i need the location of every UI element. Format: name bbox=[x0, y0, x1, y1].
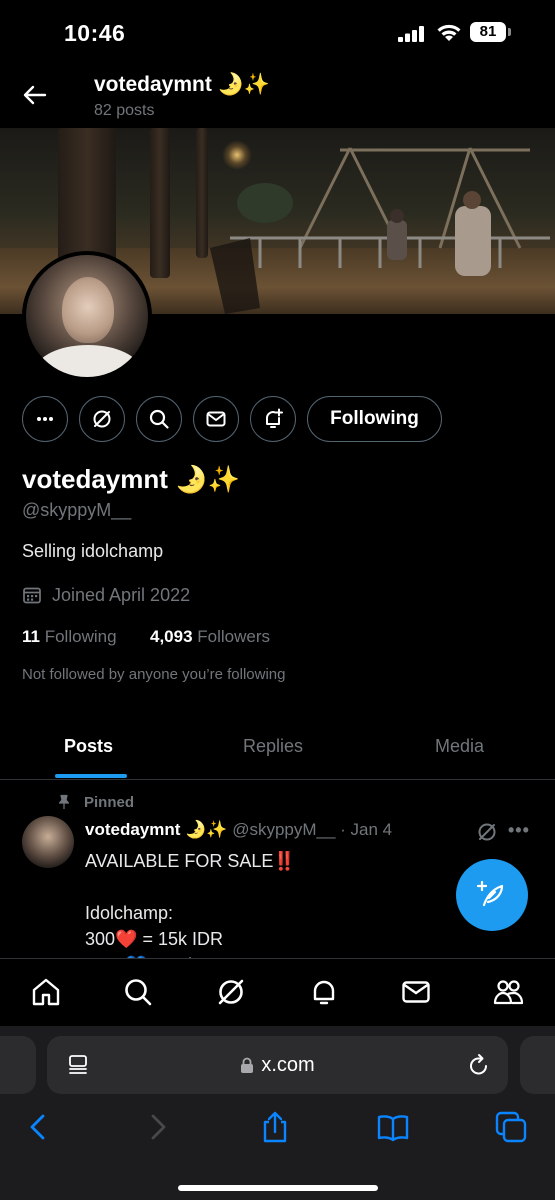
post-text: AVAILABLE FOR SALE‼️ Idolchamp: 300❤️ = … bbox=[85, 851, 296, 960]
header-title: votedaymnt 🌛✨ bbox=[94, 73, 270, 96]
joined-date: Joined April 2022 bbox=[22, 584, 190, 606]
post-author-avatar[interactable] bbox=[22, 816, 74, 868]
search-icon[interactable] bbox=[122, 976, 154, 1008]
pinned-indicator: Pinned bbox=[56, 792, 134, 812]
post-header: votedaymnt 🌛✨ @skyppyM__ · Jan 4 bbox=[85, 820, 392, 840]
status-time: 10:46 bbox=[64, 20, 126, 46]
display-name: votedaymnt 🌛✨ bbox=[22, 464, 240, 494]
profile-header: votedaymnt 🌛✨ 82 posts bbox=[0, 64, 555, 128]
profile-avatar[interactable] bbox=[22, 251, 152, 381]
followers-stat[interactable]: 4,093 Followers bbox=[150, 627, 270, 646]
address-bar[interactable]: x.com bbox=[47, 1036, 508, 1094]
reload-icon[interactable] bbox=[468, 1053, 490, 1077]
grok-icon bbox=[93, 410, 111, 428]
following-label: Following bbox=[44, 627, 117, 646]
post-meta: @skyppyM__ · Jan 4 bbox=[232, 820, 393, 839]
previous-tab-preview[interactable] bbox=[0, 1036, 36, 1094]
notification-bell-plus-icon bbox=[266, 408, 283, 428]
more-icon bbox=[37, 417, 53, 421]
search-profile-button[interactable] bbox=[136, 396, 182, 442]
wifi-icon bbox=[437, 24, 461, 41]
pin-icon bbox=[58, 794, 70, 809]
profile-action-row: Following bbox=[0, 396, 555, 442]
not-followed-notice: Not followed by anyone you’re following bbox=[22, 666, 286, 683]
message-button[interactable] bbox=[193, 396, 239, 442]
tab-media[interactable]: Media bbox=[435, 736, 484, 757]
back-icon[interactable] bbox=[22, 1110, 56, 1144]
follow-stats: 11 Following 4,093 Followers bbox=[22, 627, 270, 647]
battery-indicator: 81 bbox=[470, 22, 512, 42]
next-tab-preview[interactable] bbox=[520, 1036, 555, 1094]
profile-bio: Selling idolchamp bbox=[22, 541, 164, 561]
cellular-signal-icon bbox=[398, 26, 424, 42]
grok-icon[interactable] bbox=[476, 821, 498, 843]
battery-tip bbox=[508, 28, 511, 36]
tab-posts[interactable]: Posts bbox=[64, 736, 113, 757]
compose-post-button[interactable] bbox=[456, 859, 528, 931]
forward-icon[interactable] bbox=[140, 1110, 174, 1144]
lock-icon bbox=[241, 1057, 254, 1073]
more-button[interactable] bbox=[22, 396, 68, 442]
calendar-icon bbox=[23, 587, 41, 604]
communities-icon[interactable] bbox=[492, 976, 524, 1008]
tabs-icon[interactable] bbox=[494, 1110, 528, 1144]
url-display: x.com bbox=[47, 1036, 508, 1094]
home-icon[interactable] bbox=[30, 976, 62, 1008]
following-button[interactable]: Following bbox=[307, 396, 442, 442]
search-icon bbox=[149, 409, 169, 429]
post-author-name[interactable]: votedaymnt 🌛✨ bbox=[85, 820, 227, 839]
compose-feather-icon bbox=[476, 880, 504, 907]
grok-button[interactable] bbox=[79, 396, 125, 442]
following-count: 11 bbox=[22, 627, 40, 646]
message-icon bbox=[206, 411, 226, 427]
back-arrow-icon[interactable] bbox=[18, 78, 52, 112]
active-tab-indicator bbox=[55, 774, 127, 778]
joined-text: Joined April 2022 bbox=[52, 584, 191, 605]
avatar-shirt bbox=[36, 345, 140, 377]
post-more-icon[interactable]: ••• bbox=[508, 820, 532, 842]
notifications-icon[interactable] bbox=[308, 976, 340, 1008]
messages-icon[interactable] bbox=[400, 976, 432, 1008]
grok-icon[interactable] bbox=[215, 976, 247, 1008]
bottom-navigation bbox=[0, 958, 555, 1026]
battery-level: 81 bbox=[470, 22, 506, 42]
status-bar: 10:46 81 bbox=[0, 0, 555, 64]
following-stat[interactable]: 11 Following bbox=[22, 627, 117, 646]
tab-replies[interactable]: Replies bbox=[243, 736, 303, 757]
bookmarks-icon[interactable] bbox=[376, 1110, 410, 1144]
followers-label: Followers bbox=[197, 627, 271, 646]
notify-button[interactable] bbox=[250, 396, 296, 442]
home-indicator[interactable] bbox=[178, 1185, 378, 1191]
followers-count: 4,093 bbox=[150, 627, 193, 646]
user-handle: @skyppyM__ bbox=[22, 500, 132, 520]
pinned-label: Pinned bbox=[84, 793, 135, 811]
posts-count: 82 posts bbox=[94, 102, 155, 119]
url-text: x.com bbox=[261, 1053, 315, 1076]
browser-chrome: x.com bbox=[0, 1026, 555, 1200]
avatar-face bbox=[62, 277, 114, 343]
share-icon[interactable] bbox=[258, 1110, 292, 1144]
profile-tabs: Posts Replies Media bbox=[0, 718, 555, 780]
